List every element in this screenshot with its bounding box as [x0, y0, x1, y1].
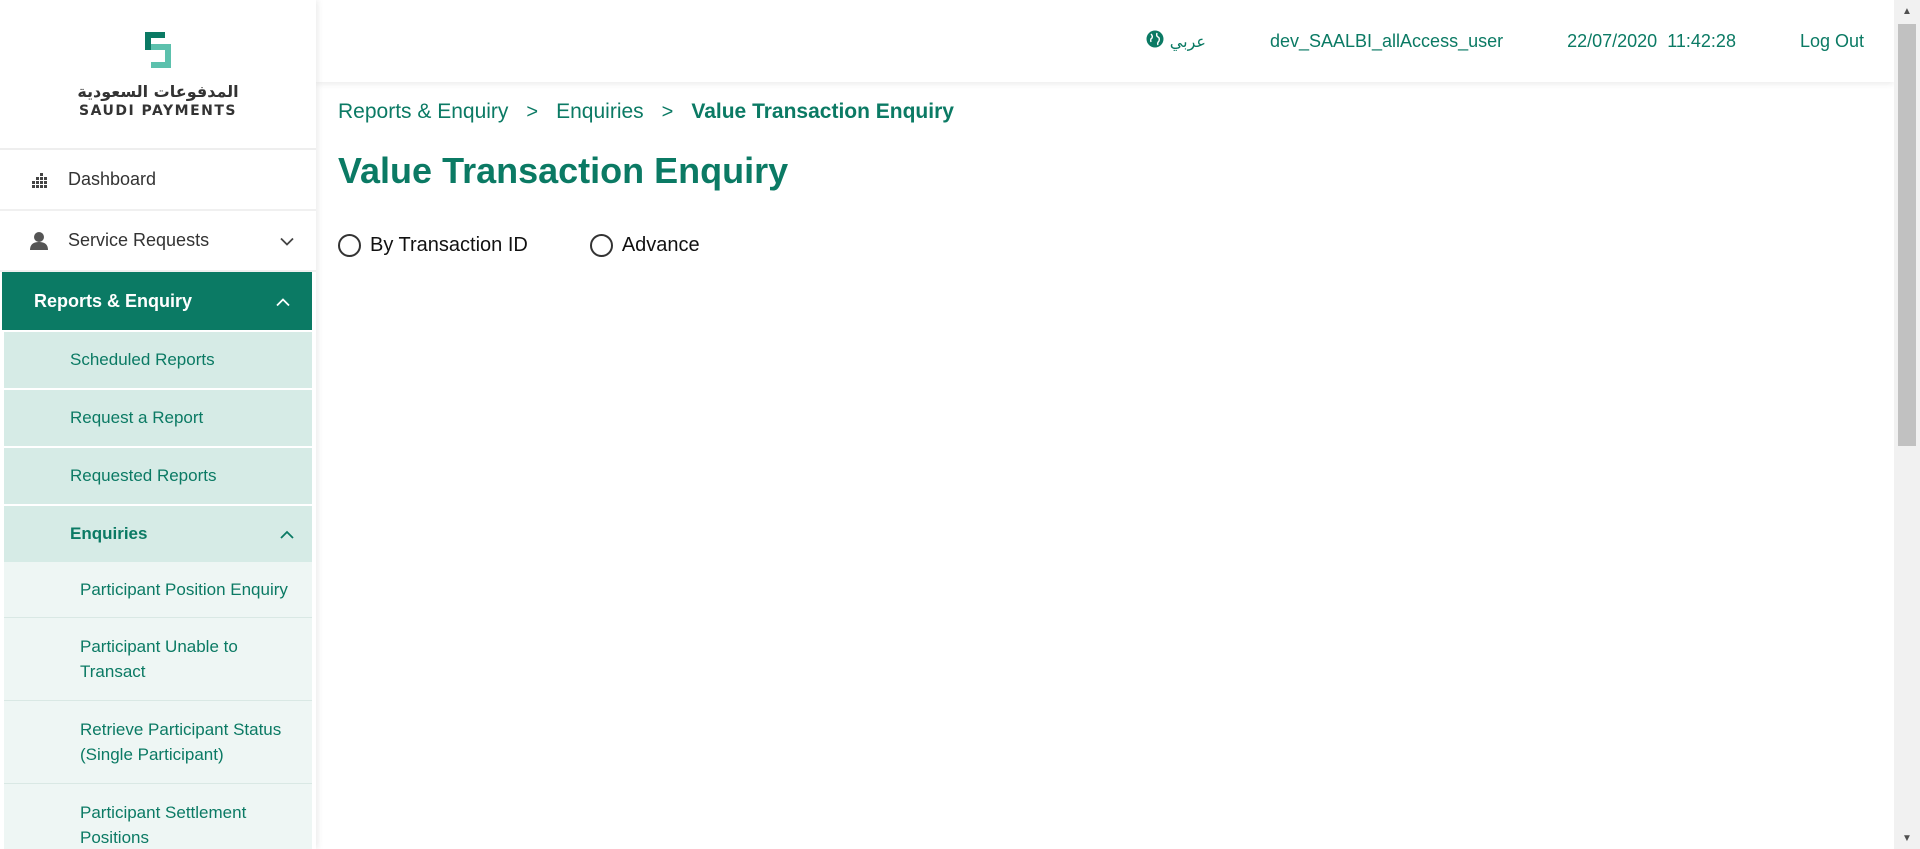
radio-circle[interactable]	[338, 234, 361, 257]
radio-label: Advance	[621, 234, 700, 256]
language-label: عربي	[1169, 31, 1206, 51]
breadcrumb-separator: >	[526, 100, 539, 123]
vertical-scrollbar[interactable]: ▲ ▼	[1894, 0, 1920, 849]
sidebar-item-requested-reports[interactable]: Requested Reports	[4, 448, 312, 504]
radio-by-transaction-id[interactable]: By Transaction ID	[338, 234, 528, 257]
username-label: dev_SAALBI_allAccess_user	[1269, 30, 1504, 51]
sidebar-item-enquiries[interactable]: Enquiries	[4, 506, 312, 562]
sidebar-item-dashboard[interactable]: Dashboard	[0, 150, 316, 211]
sidebar-item-label: Scheduled Reports	[70, 350, 215, 369]
breadcrumb: Reports & Enquiry > Enquiries > Value Tr…	[338, 96, 1838, 128]
scroll-down-arrow-icon[interactable]: ▼	[1894, 827, 1920, 849]
language-switch[interactable]: عربي	[1146, 30, 1206, 53]
chevron-down-icon	[280, 230, 294, 251]
sidebar-item-label: Reports & Enquiry	[34, 290, 193, 311]
sidebar: المدفوعات السعودية SAUDI PAYMENTS Dashbo…	[0, 0, 316, 849]
main-content: Reports & Enquiry > Enquiries > Value Tr…	[338, 96, 1838, 257]
saudi-payments-logo-icon	[145, 31, 171, 68]
datetime-label: 22/07/2020 11:42:28	[1567, 31, 1736, 52]
breadcrumb-item-enquiries[interactable]: Enquiries	[556, 100, 644, 124]
sidebar-item-label: Participant Settlement Positions	[80, 803, 247, 847]
sidebar-item-label: Participant Position Enquiry	[80, 580, 288, 599]
search-mode-radio-group: By Transaction ID Advance	[338, 234, 1838, 257]
scrollbar-thumb[interactable]	[1898, 24, 1916, 446]
brand-name-arabic: المدفوعات السعودية	[77, 81, 239, 101]
chevron-up-icon	[276, 291, 290, 312]
radio-advance[interactable]: Advance	[589, 234, 700, 257]
sidebar-item-participant-settlement-positions[interactable]: Participant Settlement Positions	[4, 784, 312, 849]
globe-icon	[1146, 30, 1164, 53]
dashboard-icon	[28, 169, 50, 191]
page-title: Value Transaction Enquiry	[338, 150, 789, 191]
sidebar-item-label: Requested Reports	[70, 466, 217, 485]
sidebar-item-label: Dashboard	[68, 169, 157, 189]
top-header: عربي dev_SAALBI_allAccess_user 22/07/202…	[316, 0, 1894, 82]
sidebar-item-participant-unable-to-transact[interactable]: Participant Unable to Transact	[4, 618, 312, 701]
sidebar-item-label: Retrieve Participant Status (Single Part…	[80, 720, 282, 764]
time-label: 11:42:28	[1667, 30, 1736, 51]
breadcrumb-item-reports-enquiry[interactable]: Reports & Enquiry	[338, 100, 508, 124]
breadcrumb-current: Value Transaction Enquiry	[691, 100, 954, 123]
brand-logo[interactable]: المدفوعات السعودية SAUDI PAYMENTS	[0, 0, 316, 150]
sidebar-item-label: Service Requests	[68, 230, 210, 250]
sidebar-item-retrieve-participant-status[interactable]: Retrieve Participant Status (Single Part…	[4, 701, 312, 784]
sidebar-item-request-a-report[interactable]: Request a Report	[4, 390, 312, 446]
user-icon	[28, 230, 50, 252]
radio-label: By Transaction ID	[370, 234, 528, 256]
sidebar-item-reports-enquiry[interactable]: Reports & Enquiry	[2, 272, 312, 330]
brand-name-english: SAUDI PAYMENTS	[78, 102, 237, 119]
radio-circle[interactable]	[589, 234, 613, 257]
date-label: 22/07/2020	[1567, 30, 1658, 51]
sidebar-item-service-requests[interactable]: Service Requests	[0, 211, 316, 272]
sidebar-item-label: Enquiries	[70, 524, 148, 543]
sidebar-item-label: Request a Report	[70, 408, 204, 427]
chevron-up-icon	[280, 524, 294, 544]
sidebar-item-label: Participant Unable to Transact	[80, 637, 238, 681]
breadcrumb-separator: >	[661, 100, 674, 123]
sidebar-item-participant-position-enquiry[interactable]: Participant Position Enquiry	[4, 562, 312, 618]
scroll-up-arrow-icon[interactable]: ▲	[1894, 0, 1920, 22]
sidebar-item-scheduled-reports[interactable]: Scheduled Reports	[4, 332, 312, 388]
logout-button[interactable]: Log Out	[1800, 31, 1864, 52]
